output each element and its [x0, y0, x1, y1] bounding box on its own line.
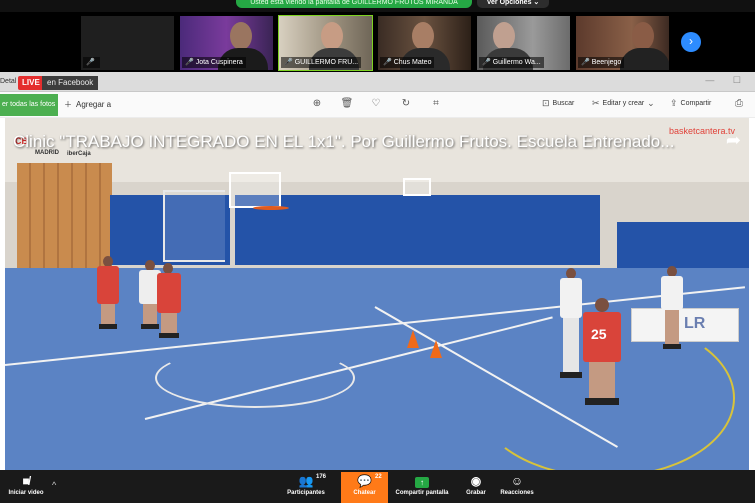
- share-screen-button[interactable]: ↑ Compartir pantalla: [390, 472, 454, 503]
- training-cone: [407, 330, 419, 348]
- mic-muted-icon: 🎤: [383, 59, 392, 66]
- participant-name: 🎤 Guillermo Wa...: [479, 57, 544, 68]
- see-all-photos-button[interactable]: er todas las fotos: [0, 94, 58, 116]
- photo-toolbar: er todas las fotos ＋ Agregar a ⊕ 🗑 ♡ ↻ ⌗…: [0, 92, 755, 118]
- zoom-in-icon[interactable]: ⊕: [310, 98, 324, 109]
- reactions-button[interactable]: ☺ Reacciones: [496, 472, 538, 503]
- add-to-button[interactable]: ＋ Agregar a: [64, 96, 111, 114]
- participant-name: 🎤 Jota Cuspinera: [182, 57, 246, 68]
- live-badge: LIVE: [18, 76, 44, 90]
- scissors-icon: ✂: [592, 98, 600, 108]
- search-icon: ⊡: [542, 98, 550, 108]
- participant-name: 🎤: [83, 57, 100, 68]
- edit-create-button[interactable]: ✂ Editar y crear ⌄: [592, 98, 655, 109]
- video-off-icon: ■̸: [22, 474, 30, 488]
- next-participants-icon[interactable]: ›: [681, 32, 701, 52]
- search-button[interactable]: ⊡ Buscar: [542, 98, 574, 109]
- participants-button[interactable]: 👥 176 Participantes: [280, 472, 332, 503]
- reactions-icon: ☺: [510, 474, 524, 488]
- video-title: Clinic "TRABAJO INTEGRADO EN EL 1x1". Po…: [13, 132, 675, 151]
- mic-muted-icon: 🎤: [185, 59, 194, 66]
- heart-icon[interactable]: ♡: [369, 98, 383, 109]
- participant-tile[interactable]: 🎤 Chus Mateo: [377, 15, 472, 71]
- participant-tile[interactable]: 🎤 Jota Cuspinera: [179, 15, 274, 71]
- advertising-board: LR: [631, 308, 739, 342]
- share-icon: ⇪: [670, 98, 678, 108]
- participants-count: 176: [316, 474, 327, 480]
- participant-tile[interactable]: 🎤 Beenjego: [575, 15, 670, 71]
- meeting-toolbar: ■̸ Iniciar video ^ 👥 176 Participantes 💬…: [0, 470, 755, 503]
- record-icon: ◉: [470, 474, 482, 488]
- backboard: [229, 172, 281, 208]
- jersey-number: 25: [591, 326, 607, 342]
- crop-icon[interactable]: ⌗: [429, 98, 443, 109]
- shared-screen: Detal LIVE en Facebook — ☐ er todas las …: [0, 72, 755, 470]
- details-label: Detal: [0, 78, 17, 85]
- mic-muted-icon: 🎤: [86, 59, 95, 66]
- mic-muted-icon: 🎤: [581, 59, 590, 66]
- live-platform-label: en Facebook: [42, 76, 99, 90]
- zoom-window: Usted está viendo la pantalla de GUILLER…: [0, 0, 755, 503]
- share-screen-icon: ↑: [390, 472, 454, 490]
- plus-icon: ＋: [64, 100, 72, 109]
- mic-muted-icon: 🎤: [284, 59, 293, 66]
- video-options-caret-icon[interactable]: ^: [52, 480, 56, 490]
- video-player[interactable]: LR 25 CB MADRID iberCaja basketcantera.t…: [5, 118, 749, 470]
- participant-tile[interactable]: 🎤 Guillermo Wa...: [476, 15, 571, 71]
- wall-padding: [235, 195, 600, 265]
- chat-unread-count: 22: [375, 474, 382, 480]
- browser-topbar: Detal LIVE en Facebook — ☐: [0, 72, 755, 92]
- chevron-down-icon: ⌄: [647, 98, 655, 108]
- hoop-rim: [253, 206, 289, 210]
- rotate-icon[interactable]: ↻: [399, 98, 413, 109]
- print-icon[interactable]: ⎙: [732, 98, 746, 109]
- goal-frame: [163, 190, 225, 262]
- share-button[interactable]: ⇪ Compartir: [670, 98, 711, 109]
- chat-button[interactable]: 💬 22 Chatear: [341, 472, 388, 503]
- screen-share-banner: Usted está viendo la pantalla de GUILLER…: [0, 0, 755, 12]
- trash-icon[interactable]: 🗑: [340, 98, 354, 109]
- start-video-button[interactable]: ■̸ Iniciar video: [2, 472, 50, 503]
- participant-tile-active[interactable]: 🎤 GUILLERMO FRU...: [278, 15, 373, 71]
- participant-name: 🎤 GUILLERMO FRU...: [281, 57, 362, 68]
- participant-strip: 🎤 🎤 Jota Cuspinera 🎤 GUILLERMO FRU... 🎤 Chu…: [0, 12, 755, 72]
- add-to-label: Agregar a: [76, 100, 112, 109]
- training-cone: [430, 340, 442, 358]
- view-options-button[interactable]: Ver Opciones ⌄: [477, 0, 549, 8]
- screen-share-notice: Usted está viendo la pantalla de GUILLER…: [236, 0, 472, 8]
- record-button[interactable]: ◉ Grabar: [460, 472, 492, 503]
- participant-name: 🎤 Chus Mateo: [380, 57, 435, 68]
- share-arrow-icon[interactable]: ➦: [726, 130, 741, 151]
- court-arc: [155, 348, 355, 408]
- participant-name: 🎤 Beenjego: [578, 57, 625, 68]
- backboard-far: [403, 178, 431, 196]
- mic-muted-icon: 🎤: [482, 59, 491, 66]
- participant-tile[interactable]: 🎤: [80, 15, 175, 71]
- window-controls[interactable]: — ☐: [705, 75, 749, 86]
